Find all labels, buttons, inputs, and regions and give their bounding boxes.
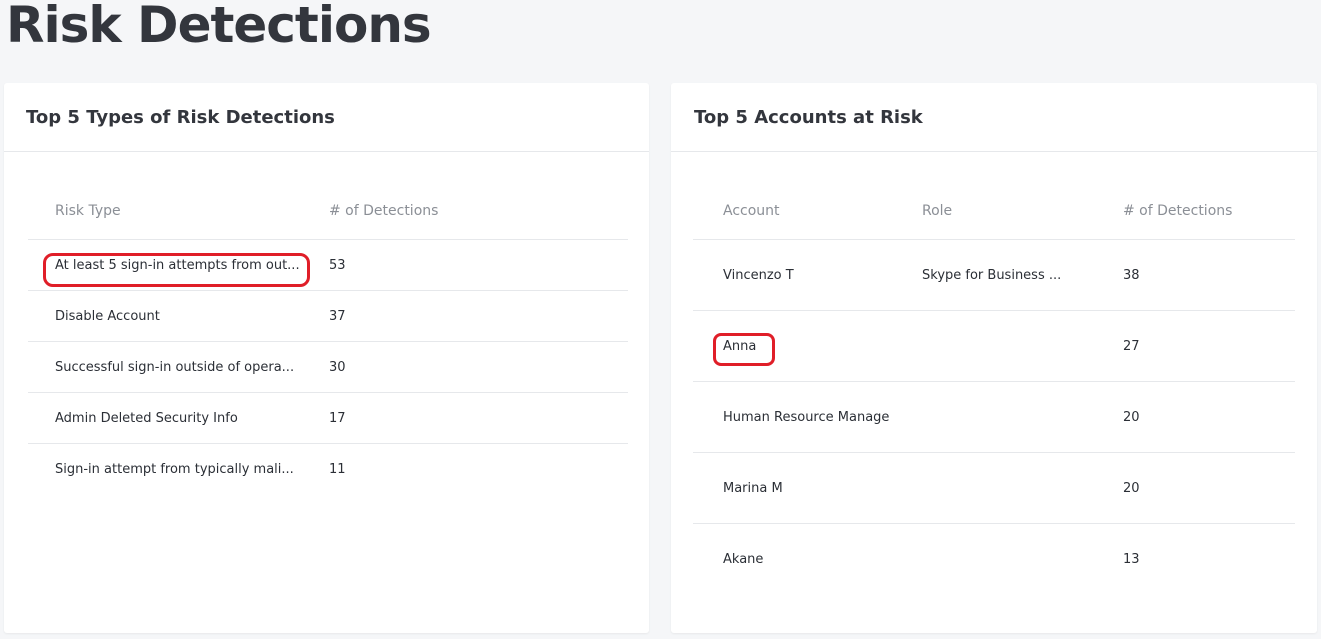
table-row[interactable]: Anna 27 [693, 311, 1295, 382]
detections-cell: 20 [1123, 480, 1140, 496]
column-header-detections[interactable]: # of Detections [329, 203, 438, 219]
accounts-card-header: Top 5 Accounts at Risk [671, 83, 1317, 152]
account-cell: Marina M [723, 480, 783, 496]
detections-cell: 37 [329, 308, 346, 324]
account-cell: Anna [723, 338, 757, 354]
risk-type-cell: Disable Account [55, 308, 160, 324]
detections-cell: 27 [1123, 338, 1140, 354]
accounts-table-header: Account Role # of Detections [693, 183, 1295, 240]
column-header-account[interactable]: Account [693, 203, 893, 219]
table-row[interactable]: Admin Deleted Security Info 17 [28, 393, 628, 444]
table-row[interactable]: At least 5 sign-in attempts from out... … [28, 240, 628, 291]
risk-types-card-header: Top 5 Types of Risk Detections [4, 83, 649, 152]
table-row[interactable]: Human Resource Manage 20 [693, 382, 1295, 453]
risk-type-cell: At least 5 sign-in attempts from out... [55, 257, 300, 273]
table-row[interactable]: Marina M 20 [693, 453, 1295, 524]
detections-cell: 20 [1123, 409, 1140, 425]
role-cell: Skype for Business ... [922, 267, 1062, 283]
detections-cell: 11 [329, 461, 346, 477]
risk-type-cell: Successful sign-in outside of opera... [55, 359, 295, 375]
accounts-table: Account Role # of Detections Vincenzo T … [693, 183, 1295, 594]
risk-types-table: Risk Type # of Detections At least 5 sig… [28, 183, 628, 494]
accounts-card: Top 5 Accounts at Risk Account Role # of… [671, 83, 1317, 633]
table-row[interactable]: Vincenzo T Skype for Business ... 38 [693, 240, 1295, 311]
risk-type-cell: Sign-in attempt from typically mali... [55, 461, 294, 477]
table-row[interactable]: Disable Account 37 [28, 291, 628, 342]
risk-types-card: Top 5 Types of Risk Detections Risk Type… [4, 83, 649, 633]
column-header-role[interactable]: Role [893, 203, 1093, 219]
risk-types-table-header: Risk Type # of Detections [28, 183, 628, 240]
table-row[interactable]: Sign-in attempt from typically mali... 1… [28, 444, 628, 494]
detections-cell: 53 [329, 257, 346, 273]
account-cell: Akane [723, 551, 764, 567]
table-row[interactable]: Akane 13 [693, 524, 1295, 594]
detections-cell: 38 [1123, 267, 1140, 283]
account-cell: Vincenzo T [723, 267, 794, 283]
page-title: Risk Detections [6, 0, 432, 54]
detections-cell: 13 [1123, 551, 1140, 567]
account-cell: Human Resource Manage [723, 409, 890, 425]
table-row[interactable]: Successful sign-in outside of opera... 3… [28, 342, 628, 393]
accounts-card-title: Top 5 Accounts at Risk [694, 106, 923, 128]
column-header-risk-type[interactable]: Risk Type [28, 203, 329, 219]
risk-types-card-title: Top 5 Types of Risk Detections [26, 106, 335, 128]
column-header-detections[interactable]: # of Detections [1093, 203, 1232, 219]
risk-type-cell: Admin Deleted Security Info [55, 410, 238, 426]
detections-cell: 17 [329, 410, 346, 426]
detections-cell: 30 [329, 359, 346, 375]
